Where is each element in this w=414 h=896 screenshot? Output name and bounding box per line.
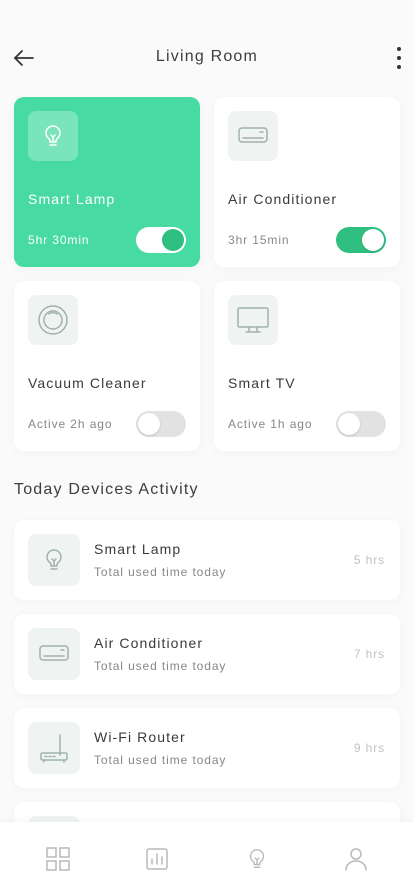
grid-icon <box>46 847 70 871</box>
tv-icon <box>237 307 269 333</box>
nav-dashboard[interactable] <box>28 829 88 889</box>
bulb-icon <box>249 849 264 869</box>
device-toggle[interactable] <box>336 227 386 253</box>
device-name: Smart TV <box>228 375 296 391</box>
nav-devices[interactable] <box>227 829 287 889</box>
activity-device-name: Smart Lamp <box>94 541 182 557</box>
activity-subtitle: Total used time today <box>94 565 227 579</box>
air-conditioner-icon <box>39 645 69 661</box>
device-card-vacuum-cleaner[interactable]: Vacuum Cleaner Active 2h ago <box>14 281 200 451</box>
activity-device-name: Wi-Fi Router <box>94 729 186 745</box>
activity-item-wifi-router[interactable]: Wi-Fi Router Total used time today 9 hrs <box>14 708 400 788</box>
stats-icon <box>146 848 168 870</box>
device-card-smart-tv[interactable]: Smart TV Active 1h ago <box>214 281 400 451</box>
device-status: 5hr 30min <box>28 233 90 247</box>
activity-icon-box <box>28 628 80 680</box>
activity-hours: 7 hrs <box>353 647 385 661</box>
activity-item-air-conditioner[interactable]: Air Conditioner Total used time today 7 … <box>14 614 400 694</box>
air-conditioner-icon <box>238 127 268 143</box>
more-icon-dot <box>397 47 401 51</box>
activity-item-smart-lamp[interactable]: Smart Lamp Total used time today 5 hrs <box>14 520 400 600</box>
activity-subtitle: Total used time today <box>94 753 227 767</box>
activity-device-name: Air Conditioner <box>94 635 204 651</box>
nav-statistics[interactable] <box>127 829 187 889</box>
bulb-icon <box>46 549 62 570</box>
bulb-icon <box>45 125 61 146</box>
toggle-knob <box>162 229 184 251</box>
device-toggle[interactable] <box>336 411 386 437</box>
device-icon-box <box>228 111 278 161</box>
device-icon-box <box>28 295 78 345</box>
device-status: Active 1h ago <box>228 417 313 431</box>
device-name: Smart Lamp <box>28 191 116 207</box>
device-card-air-conditioner[interactable]: Air Conditioner 3hr 15min <box>214 97 400 267</box>
more-options-button[interactable] <box>392 44 406 72</box>
router-icon <box>40 734 68 763</box>
device-status: Active 2h ago <box>28 417 113 431</box>
device-toggle[interactable] <box>136 411 186 437</box>
activity-icon-box <box>28 722 80 774</box>
more-icon-dot <box>397 56 401 60</box>
device-card-smart-lamp[interactable]: Smart Lamp 5hr 30min <box>14 97 200 267</box>
activity-hours: 5 hrs <box>353 553 385 567</box>
activity-icon-box <box>28 534 80 586</box>
user-icon <box>345 848 367 871</box>
bottom-navigation <box>0 822 414 896</box>
page-title: Living Room <box>155 48 259 65</box>
device-icon-box <box>28 111 78 161</box>
nav-profile[interactable] <box>326 829 386 889</box>
device-name: Vacuum Cleaner <box>28 375 147 391</box>
toggle-knob <box>138 413 160 435</box>
device-name: Air Conditioner <box>228 191 338 207</box>
device-toggle[interactable] <box>136 227 186 253</box>
toggle-knob <box>338 413 360 435</box>
device-icon-box <box>228 295 278 345</box>
activity-hours: 9 hrs <box>353 741 385 755</box>
activity-subtitle: Total used time today <box>94 659 227 673</box>
toggle-knob <box>362 229 384 251</box>
activity-section-title: Today Devices Activity <box>14 481 199 498</box>
robot-vacuum-icon <box>38 305 68 335</box>
device-status: 3hr 15min <box>228 233 290 247</box>
more-icon-dot <box>397 65 401 69</box>
